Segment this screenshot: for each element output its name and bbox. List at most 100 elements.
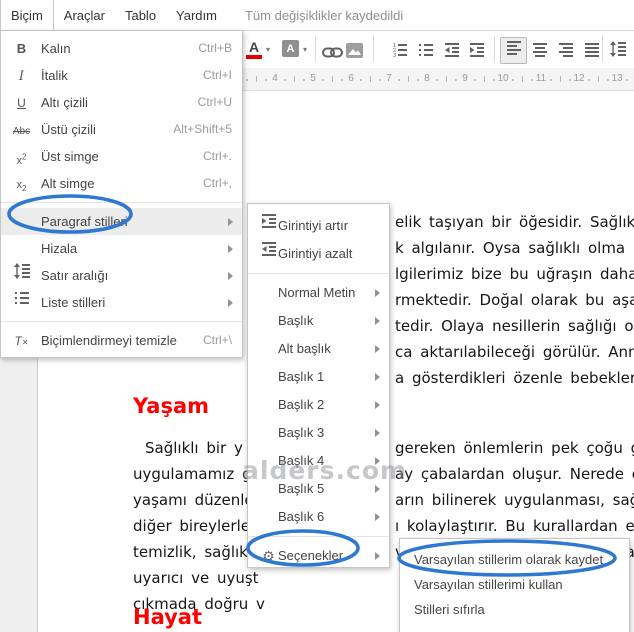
ruler-number: 13: [611, 73, 623, 84]
document-text-line: rmektedir. Doğal olarak bu aşamad: [395, 291, 634, 309]
menu-item-alt-baslik[interactable]: Alt başlık: [248, 335, 389, 363]
ruler-number: 7: [386, 73, 392, 84]
menu-item-label: İtalik: [41, 68, 68, 83]
menu-separator: [248, 273, 389, 274]
menu-item-label: Hizala: [41, 241, 78, 256]
clear-format-icon: T✕: [14, 334, 29, 348]
ruler-dot: [550, 79, 552, 81]
align-left-button[interactable]: [500, 37, 527, 64]
bulleted-list-button[interactable]: [418, 42, 434, 64]
submenu-arrow-icon: [375, 485, 380, 493]
align-center-button[interactable]: [532, 42, 548, 64]
menu-bar-items: Biçim Araçlar Tablo Yardım: [0, 0, 227, 31]
menu-item-baslik-2[interactable]: Başlık 2: [248, 391, 389, 419]
image-button[interactable]: [346, 43, 363, 63]
menu-item-satir-araligi[interactable]: Satır aralığı: [1, 262, 242, 289]
line-spacing-button-icon: [610, 41, 626, 62]
menu-item-label: Başlık: [278, 313, 314, 328]
paragraph-styles-submenu: Girintiyi artır Girintiyi azalt Normal Met…: [247, 203, 390, 568]
text-color-button[interactable]: A: [246, 39, 262, 59]
align-right-button[interactable]: [558, 42, 574, 64]
bold-icon: B: [16, 41, 27, 56]
menu-item-baslik[interactable]: Başlık: [248, 307, 389, 335]
indent-decrease-button[interactable]: [444, 42, 460, 64]
submenu-arrow-icon: [375, 552, 380, 560]
menu-separator: [1, 321, 242, 322]
document-heading-yasam: Yaşam: [133, 394, 210, 418]
menu-item-hizala[interactable]: Hizala: [1, 235, 242, 262]
menu-item-baslik-6[interactable]: Başlık 6: [248, 503, 389, 531]
menu-shortcut: Ctrl+I: [202, 68, 232, 82]
link-button[interactable]: [322, 45, 343, 63]
document-text-line: uyarıcı ve uyuşt: [133, 569, 259, 587]
menu-item-kalin[interactable]: B Kalın Ctrl+B: [1, 35, 242, 62]
menu-item-normal-metin[interactable]: Normal Metin: [248, 279, 389, 307]
align-left-icon: [506, 40, 522, 62]
ruler-dot: [588, 79, 590, 81]
menu-item-baslik-1[interactable]: Başlık 1: [248, 363, 389, 391]
document-text-line: ay çabalardan oluşur. Nerede olu: [395, 465, 634, 483]
toolbar-separator: [373, 36, 374, 62]
ruler-dot: [474, 79, 476, 81]
list-styles-icon: [8, 289, 35, 316]
menu-item-girintiyi-azalt[interactable]: Girintiyi azalt: [248, 240, 389, 268]
menu-item-paragraf-stilleri[interactable]: Paragraf stilleri: [1, 208, 242, 235]
menu-item-ustu-cizili[interactable]: Abc Üstü çizili Alt+Shift+5: [1, 116, 242, 143]
menu-item-liste-stilleri[interactable]: Liste stilleri: [1, 289, 242, 316]
menu-shortcut: Ctrl+U: [197, 95, 232, 109]
menu-item-italik[interactable]: I İtalik Ctrl+I: [1, 62, 242, 89]
menu-item-label: Satır aralığı: [41, 268, 109, 283]
strikethrough-icon: Abc: [12, 126, 31, 137]
menu-item-varsayilan-kaydet[interactable]: Varsayılan stillerim olarak kaydet: [400, 547, 629, 572]
menu-shortcut: Ctrl+,: [202, 176, 232, 190]
justify-button[interactable]: [584, 42, 600, 64]
menu-item-alt-simge[interactable]: x2 Alt simge Ctrl+,: [1, 170, 242, 197]
menu-item-stilleri-sifirla[interactable]: Stilleri sıfırla: [400, 597, 629, 622]
submenu-arrow-icon: [375, 345, 380, 353]
ruler-dot: [455, 79, 457, 81]
menu-item-label: Varsayılan stillerim olarak kaydet: [414, 552, 604, 567]
menu-item-bicimlendirmeyi-temizle[interactable]: T✕ Biçimlendirmeyi temizle Ctrl+\: [1, 327, 242, 354]
document-text-line: diğer bireylerle: [133, 517, 250, 535]
menubar-item-bicim[interactable]: Biçim: [0, 0, 54, 31]
ruler-dot: [360, 79, 362, 81]
document-text-line: yaşamı düzenley: [133, 491, 263, 509]
ruler-tick: [522, 76, 523, 82]
toolbar-separator: [602, 36, 603, 62]
line-spacing-button[interactable]: [610, 41, 626, 63]
numbered-list-button[interactable]: 123: [392, 42, 408, 64]
ruler-dot: [341, 79, 343, 81]
menu-item-girintiyi-artir[interactable]: Girintiyi artır: [248, 212, 389, 240]
ruler-dot: [531, 79, 533, 81]
ruler-dot: [265, 79, 267, 81]
menu-item-label: Kalın: [41, 41, 71, 56]
indent-increase-button[interactable]: [469, 42, 485, 64]
menubar-item-tablo[interactable]: Tablo: [115, 0, 166, 30]
menu-item-ust-simge[interactable]: x2 Üst simge Ctrl+.: [1, 143, 242, 170]
menu-item-label: Stilleri sıfırla: [414, 602, 485, 617]
submenu-arrow-icon: [375, 289, 380, 297]
menubar-item-araclar[interactable]: Araçlar: [54, 0, 115, 30]
indent-increase-button-icon: [469, 43, 485, 63]
menu-shortcut: Alt+Shift+5: [173, 122, 232, 136]
highlight-color-dropdown-caret[interactable]: ▾: [303, 45, 307, 54]
subscript-icon: x2: [16, 179, 27, 194]
document-text-line: a gösterdikleri özenle bebeklerine s: [395, 369, 634, 387]
ruler-dot: [322, 79, 324, 81]
ruler-number: 5: [310, 73, 316, 84]
ruler-number: 12: [573, 73, 585, 84]
ruler-tick: [560, 76, 561, 82]
text-color-dropdown-caret[interactable]: ▾: [266, 45, 270, 54]
document-text-line: tedir. Olaya nesillerin sağlığı olarak: [395, 317, 634, 335]
highlight-color-button[interactable]: A: [282, 40, 299, 57]
menu-item-alti-cizili[interactable]: U Altı çizili Ctrl+U: [1, 89, 242, 116]
ruler-dot: [607, 79, 609, 81]
menubar-item-yardim[interactable]: Yardım: [166, 0, 227, 30]
justify-button-icon: [584, 43, 600, 63]
menu-item-varsayilan-kullan[interactable]: Varsayılan stillerimi kullan: [400, 572, 629, 597]
submenu-arrow-icon: [375, 317, 380, 325]
menu-item-secenekler[interactable]: ⚙ Seçenekler: [248, 542, 389, 570]
menu-item-baslik-3[interactable]: Başlık 3: [248, 419, 389, 447]
menu-item-label: Varsayılan stillerimi kullan: [414, 577, 563, 592]
ruler-number: 4: [272, 73, 278, 84]
